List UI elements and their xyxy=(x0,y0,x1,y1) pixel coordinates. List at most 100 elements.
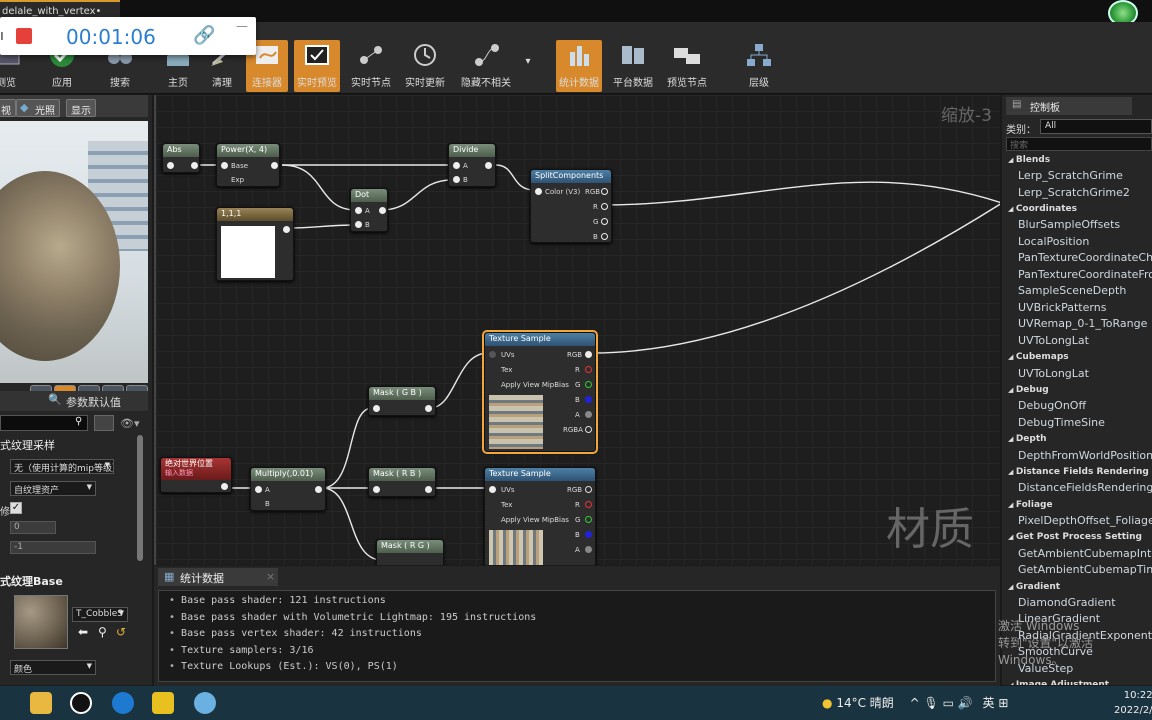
sampler-source-dropdown[interactable]: 自纹理资产 xyxy=(10,481,96,496)
mip-value-mode-dropdown[interactable]: 无（使用计算的mip等级） xyxy=(10,459,114,474)
node-mask-gb[interactable]: Mask ( G B ) xyxy=(368,386,436,416)
toolbar-live-nodes-button[interactable]: 实时节点 xyxy=(348,40,394,92)
uvs-input-pin[interactable] xyxy=(489,486,496,493)
chevron-up-icon[interactable]: ^ xyxy=(910,696,920,710)
uvs-input-pin[interactable] xyxy=(489,351,496,358)
output-pin[interactable] xyxy=(425,486,432,493)
palette-category[interactable]: Image Adjustment xyxy=(1008,680,1109,685)
rgb-output-pin[interactable] xyxy=(585,486,592,493)
palette-item[interactable]: Lerp_ScratchGrime xyxy=(1018,169,1123,182)
output-pin[interactable] xyxy=(283,226,290,233)
palette-category[interactable]: Debug xyxy=(1008,385,1049,395)
palette-item[interactable]: GetAmbientCubemapTint xyxy=(1018,563,1152,576)
arrow-left-icon[interactable]: ⬅ xyxy=(78,625,88,639)
link-icon[interactable]: 🔗 xyxy=(193,25,215,46)
palette-item[interactable]: UVRemap_0-1_ToRange xyxy=(1018,317,1147,330)
palette-item[interactable]: UVToLongLat xyxy=(1018,367,1089,380)
palette-item[interactable]: UVBrickPatterns xyxy=(1018,301,1106,314)
palette-category[interactable]: Blends xyxy=(1008,155,1050,165)
microphone-icon[interactable]: 🎙 xyxy=(924,696,939,710)
palette-item[interactable]: LocalPosition xyxy=(1018,235,1089,248)
unreal-engine-icon[interactable] xyxy=(70,692,92,714)
const-coordinate-field[interactable]: 0 xyxy=(10,521,56,534)
color-input-pin[interactable] xyxy=(535,188,542,195)
texture-asset-dropdown[interactable]: T_CobbleS xyxy=(72,607,128,622)
b-output-pin[interactable] xyxy=(601,233,608,240)
palette-category[interactable]: Foliage xyxy=(1008,500,1053,510)
output-pin[interactable] xyxy=(379,207,386,214)
details-search-input[interactable]: ⚲ xyxy=(0,415,88,431)
browse-search-icon[interactable]: ⚲ xyxy=(98,625,107,639)
node-split-components[interactable]: SplitComponents Color (V3) RGB R G B xyxy=(530,169,612,243)
palette-item[interactable]: PanTextureCoordinateCha xyxy=(1018,251,1152,264)
toolbar-live-update-button[interactable]: 实时更新 xyxy=(402,40,448,92)
b-input-pin[interactable] xyxy=(355,221,362,228)
output-pin[interactable] xyxy=(425,405,432,412)
grid-view-icon[interactable] xyxy=(94,415,114,431)
output-pin[interactable] xyxy=(191,162,198,169)
reset-icon[interactable]: ↺ xyxy=(116,625,126,639)
toolbar-preview-node-button[interactable]: 预览节点 xyxy=(664,40,710,92)
b-output-pin[interactable] xyxy=(585,396,592,403)
a-output-pin[interactable] xyxy=(585,411,592,418)
node-multiply[interactable]: Multiply(,0.01) A B xyxy=(250,467,326,511)
stop-record-button[interactable] xyxy=(16,28,32,44)
palette-item[interactable]: SampleSceneDepth xyxy=(1018,284,1126,297)
show-button[interactable]: 显示 xyxy=(66,99,96,117)
node-divide[interactable]: Divide A B xyxy=(448,143,496,187)
node-mask-rg[interactable]: Mask ( R G ) xyxy=(376,539,444,565)
toolbar-hide-unrelated-button[interactable]: 隐藏不相关 xyxy=(456,40,516,92)
r-output-pin[interactable] xyxy=(601,203,608,210)
node-dot[interactable]: Dot A B xyxy=(350,188,388,232)
app-icon[interactable] xyxy=(152,692,174,714)
palette-category[interactable]: Gradient xyxy=(1008,582,1060,592)
palette-item[interactable]: UVToLongLat xyxy=(1018,334,1089,347)
a-input-pin[interactable] xyxy=(355,207,362,214)
palette-item[interactable]: DepthFromWorldPosition xyxy=(1018,449,1152,462)
palette-item[interactable]: DistanceFieldsRenderingS xyxy=(1018,481,1152,494)
close-icon[interactable]: × xyxy=(266,570,275,583)
param-defaults-tab[interactable]: 🔍 参数默认值 xyxy=(0,391,148,411)
category-dropdown[interactable]: All xyxy=(1040,119,1152,134)
palette-item[interactable]: DebugOnOff xyxy=(1018,399,1086,412)
const-mip-value-field[interactable]: -1 xyxy=(10,541,96,554)
input-pin[interactable] xyxy=(373,405,380,412)
palette-item[interactable]: BlurSampleOffsets xyxy=(1018,218,1120,231)
details-scrollbar[interactable] xyxy=(137,435,143,561)
palette-tab[interactable]: ▤ 控制板 xyxy=(1006,97,1132,115)
g-output-pin[interactable] xyxy=(585,516,592,523)
a-input-pin[interactable] xyxy=(255,486,262,493)
preview-viewport[interactable] xyxy=(0,121,148,407)
ime-icon[interactable]: ⊞ xyxy=(998,696,1008,710)
palette-item[interactable]: PixelDepthOffset_Foliage xyxy=(1018,514,1152,527)
r-output-pin[interactable] xyxy=(585,501,592,508)
toolbar-stats-button[interactable]: 统计数据 xyxy=(556,40,602,92)
toolbar-platform-stats-button[interactable]: 平台数据 xyxy=(610,40,656,92)
clock[interactable]: 10:22 2022/2/ xyxy=(1114,688,1152,718)
ime-lang[interactable]: 英 xyxy=(983,696,995,710)
network-icon[interactable]: ▭ xyxy=(943,696,954,710)
palette-category[interactable]: Depth xyxy=(1008,434,1047,444)
sampler-type-dropdown[interactable]: 颜色 xyxy=(10,660,96,675)
node-abs[interactable]: Abs xyxy=(162,143,200,173)
output-pin[interactable] xyxy=(485,162,492,169)
palette-category[interactable]: Distance Fields Rendering xyxy=(1008,467,1149,477)
browser-icon[interactable] xyxy=(112,692,134,714)
recorder-app-icon[interactable] xyxy=(194,692,216,714)
palette-category[interactable]: Cubemaps xyxy=(1008,352,1069,362)
palette-category[interactable]: Coordinates xyxy=(1008,204,1077,214)
b-output-pin[interactable] xyxy=(585,531,592,538)
toolbar-live-preview-button[interactable]: 实时预览 xyxy=(294,40,340,92)
node-power[interactable]: Power(X, 4) Base Exp xyxy=(216,143,280,187)
toolbar-hierarchy-button[interactable]: 层级 xyxy=(736,40,782,92)
input-pin[interactable] xyxy=(167,162,174,169)
view-mode-button[interactable]: 视 xyxy=(0,99,16,117)
output-pin[interactable] xyxy=(315,486,322,493)
node-constant3[interactable]: 1,1,1 xyxy=(216,207,294,281)
palette-search-input[interactable]: 搜索 xyxy=(1006,137,1152,151)
texture-thumbnail[interactable] xyxy=(14,595,68,649)
palette-item[interactable]: GetAmbientCubemapInter xyxy=(1018,547,1152,560)
a-output-pin[interactable] xyxy=(585,546,592,553)
r-output-pin[interactable] xyxy=(585,366,592,373)
input-pin[interactable] xyxy=(373,486,380,493)
